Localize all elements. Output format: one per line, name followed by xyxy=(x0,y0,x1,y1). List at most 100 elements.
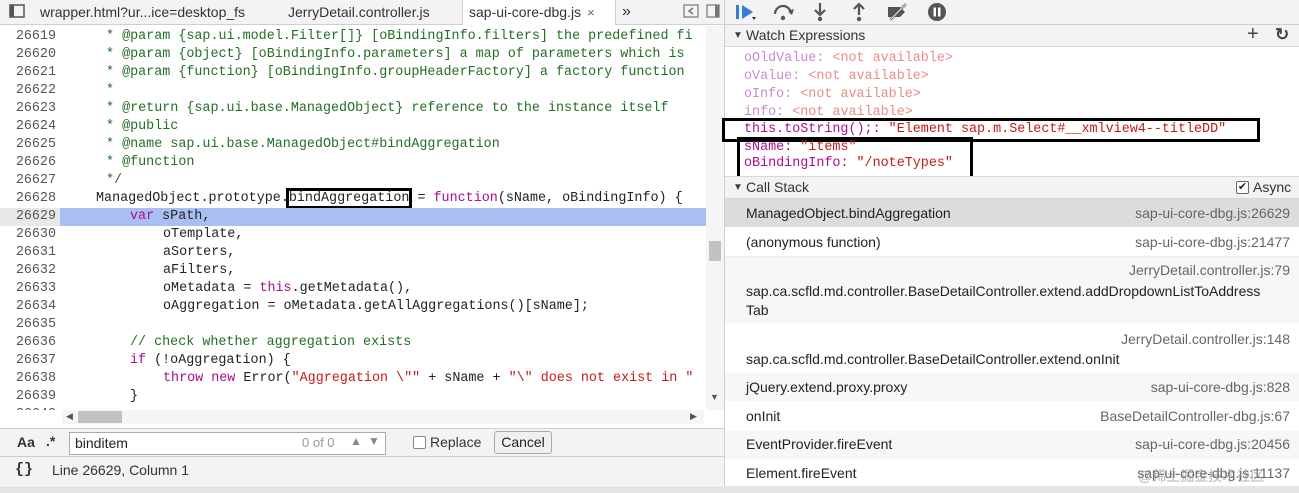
watch-expressions-header[interactable]: ▼ Watch Expressions + ↻ xyxy=(725,24,1299,47)
line-number[interactable]: 26621 xyxy=(0,64,60,82)
pretty-print-braces-icon[interactable]: {} xyxy=(15,461,33,478)
line-number[interactable]: 26640 xyxy=(0,406,60,410)
call-frame[interactable]: onInit BaseDetailController-dbg.js:67 xyxy=(725,402,1299,430)
search-match-count: 0 of 0 xyxy=(302,435,335,450)
watch-value: <not available> xyxy=(800,87,921,102)
search-next-icon[interactable]: ▼ xyxy=(368,434,380,448)
watch-name: oOldValue xyxy=(744,51,817,66)
expanded-triangle-icon: ▼ xyxy=(733,182,743,193)
call-frame[interactable]: (anonymous function) sap-ui-core-dbg.js:… xyxy=(725,228,1299,257)
tab-jerrydetail-controller[interactable]: JerryDetail.controller.js xyxy=(282,0,436,24)
line-number[interactable]: 26622 xyxy=(0,82,60,100)
line-number[interactable]: 26623 xyxy=(0,100,60,118)
call-stack-header[interactable]: ▼ Call Stack ✔ Async xyxy=(725,176,1299,199)
line-number[interactable]: 26627 xyxy=(0,172,60,190)
line-number[interactable]: 26629 xyxy=(0,208,60,226)
line-number[interactable]: 26633 xyxy=(0,280,60,298)
code-line: 26630 oTemplate, xyxy=(0,226,706,244)
code-line: 26621 * @param {function} [oBindingInfo.g… xyxy=(0,64,706,82)
watch-item[interactable]: oBindingInfo: "/noteTypes" xyxy=(744,155,953,173)
frame-location[interactable]: sap-ui-core-dbg.js:828 xyxy=(1151,379,1290,395)
add-watch-icon[interactable]: + xyxy=(1247,24,1259,45)
sidebar-toggle-icon[interactable] xyxy=(9,4,25,18)
frame-location[interactable]: BaseDetailController-dbg.js:67 xyxy=(1100,408,1290,424)
watch-name: info xyxy=(744,105,777,117)
code-text: } xyxy=(130,389,139,404)
call-frame[interactable]: EventProvider.fireEvent sap-ui-core-dbg.… xyxy=(725,431,1299,459)
regex-toggle[interactable]: .* xyxy=(46,433,55,449)
more-tabs-button[interactable]: » xyxy=(622,0,631,24)
line-number[interactable]: 26639 xyxy=(0,388,60,406)
call-frame[interactable]: ManagedObject.bindAggregation sap-ui-cor… xyxy=(725,199,1299,227)
line-number[interactable]: 26628 xyxy=(0,190,60,208)
line-number[interactable]: 26638 xyxy=(0,370,60,388)
watch-value: <not available> xyxy=(792,105,913,117)
line-number[interactable]: 26636 xyxy=(0,334,60,352)
code-keyword: if xyxy=(130,353,147,368)
line-number[interactable]: 26619 xyxy=(0,28,60,46)
line-number[interactable]: 26637 xyxy=(0,352,60,370)
frame-function: (anonymous function) xyxy=(746,234,881,250)
line-number[interactable]: 26632 xyxy=(0,262,60,280)
editor-vertical-scroll-thumb[interactable] xyxy=(709,241,721,261)
watch-item[interactable]: oValue: <not available> xyxy=(744,68,929,86)
editor-horizontal-scrollbar[interactable] xyxy=(62,410,704,424)
replace-checkbox[interactable] xyxy=(413,436,426,449)
close-icon[interactable]: × xyxy=(587,5,595,20)
step-into-icon[interactable] xyxy=(813,2,827,25)
search-bar: Aa .* binditem 0 of 0 ▲ ▼ Replace Cancel xyxy=(0,428,724,457)
line-number[interactable]: 26625 xyxy=(0,136,60,154)
tab-sap-ui-core-dbg[interactable]: sap-ui-core-dbg.js × xyxy=(462,0,616,25)
watch-value: "/noteTypes" xyxy=(856,156,953,171)
match-case-toggle[interactable]: Aa xyxy=(17,434,35,450)
frame-location[interactable]: sap-ui-core-dbg.js:21477 xyxy=(1135,234,1290,250)
frame-location[interactable]: JerryDetail.controller.js:79 xyxy=(1129,262,1290,278)
line-number[interactable]: 26626 xyxy=(0,154,60,172)
line-number[interactable]: 26631 xyxy=(0,244,60,262)
deactivate-breakpoints-icon[interactable] xyxy=(886,2,910,24)
line-number[interactable]: 26630 xyxy=(0,226,60,244)
code-keyword: new xyxy=(211,371,236,386)
frame-location[interactable]: sap-ui-core-dbg.js:20456 xyxy=(1135,436,1290,452)
line-number[interactable]: 26620 xyxy=(0,46,60,64)
code-editor[interactable]: 26619 * @param {sap.ui.model.Filter[]} [o… xyxy=(0,26,706,410)
watch-name: this.toString(); xyxy=(744,122,873,137)
cancel-search-button[interactable]: Cancel xyxy=(494,431,552,454)
resume-icon[interactable] xyxy=(735,3,757,24)
frame-location[interactable]: JerryDetail.controller.js:148 xyxy=(1121,331,1290,347)
scroll-left-arrow-icon[interactable]: ◀ xyxy=(66,411,73,422)
watch-name: oValue xyxy=(744,69,793,84)
search-previous-icon[interactable]: ▲ xyxy=(350,434,362,448)
call-frame[interactable]: JerryDetail.controller.js:79 sap.ca.scfl… xyxy=(725,257,1299,323)
step-over-icon[interactable] xyxy=(772,3,794,24)
call-frame[interactable]: jQuery.extend.proxy.proxy sap-ui-core-db… xyxy=(725,373,1299,401)
call-frame[interactable]: JerryDetail.controller.js:148 sap.ca.scf… xyxy=(725,324,1299,372)
code-line: 26637 if (!oAggregation) { xyxy=(0,352,706,370)
editor-horizontal-scroll-thumb[interactable] xyxy=(78,411,122,423)
search-input[interactable]: binditem xyxy=(75,435,128,451)
search-field[interactable]: binditem 0 of 0 ▲ ▼ xyxy=(69,432,386,455)
pretty-print-icon[interactable] xyxy=(683,4,699,18)
scroll-down-arrow-icon[interactable]: ▼ xyxy=(710,392,719,402)
refresh-watch-icon[interactable]: ↻ xyxy=(1275,24,1289,45)
code-text: oMetadata = xyxy=(163,281,260,296)
pause-on-exceptions-icon[interactable] xyxy=(927,2,947,25)
line-number[interactable]: 26634 xyxy=(0,298,60,316)
step-out-icon[interactable] xyxy=(852,2,866,25)
line-number[interactable]: 26624 xyxy=(0,118,60,136)
code-line: 26636 // check whether aggregation exists xyxy=(0,334,706,352)
async-checkbox[interactable]: ✔ xyxy=(1236,181,1249,194)
scroll-right-arrow-icon[interactable]: ▶ xyxy=(690,411,697,422)
line-number[interactable]: 26635 xyxy=(0,316,60,334)
collapse-panel-icon[interactable] xyxy=(706,4,720,18)
watch-item[interactable]: oInfo: <not available> xyxy=(744,86,921,104)
frame-location[interactable]: sap-ui-core-dbg.js:26629 xyxy=(1135,205,1290,221)
watch-item[interactable]: oOldValue: <not available> xyxy=(744,50,953,68)
code-line: 26628 ManagedObject.prototype.bindAggrega… xyxy=(0,188,706,209)
bottom-scrollbar[interactable] xyxy=(0,486,1299,493)
watch-item[interactable]: info: <not available> xyxy=(744,104,913,117)
code-line: 26626 * @function xyxy=(0,154,706,172)
tab-wrapper-html[interactable]: wrapper.html?ur...ice=desktop_fs xyxy=(34,0,251,24)
code-text: * @param {function} [oBindingInfo.groupH… xyxy=(106,65,685,80)
editor-vertical-scrollbar[interactable] xyxy=(706,26,724,410)
